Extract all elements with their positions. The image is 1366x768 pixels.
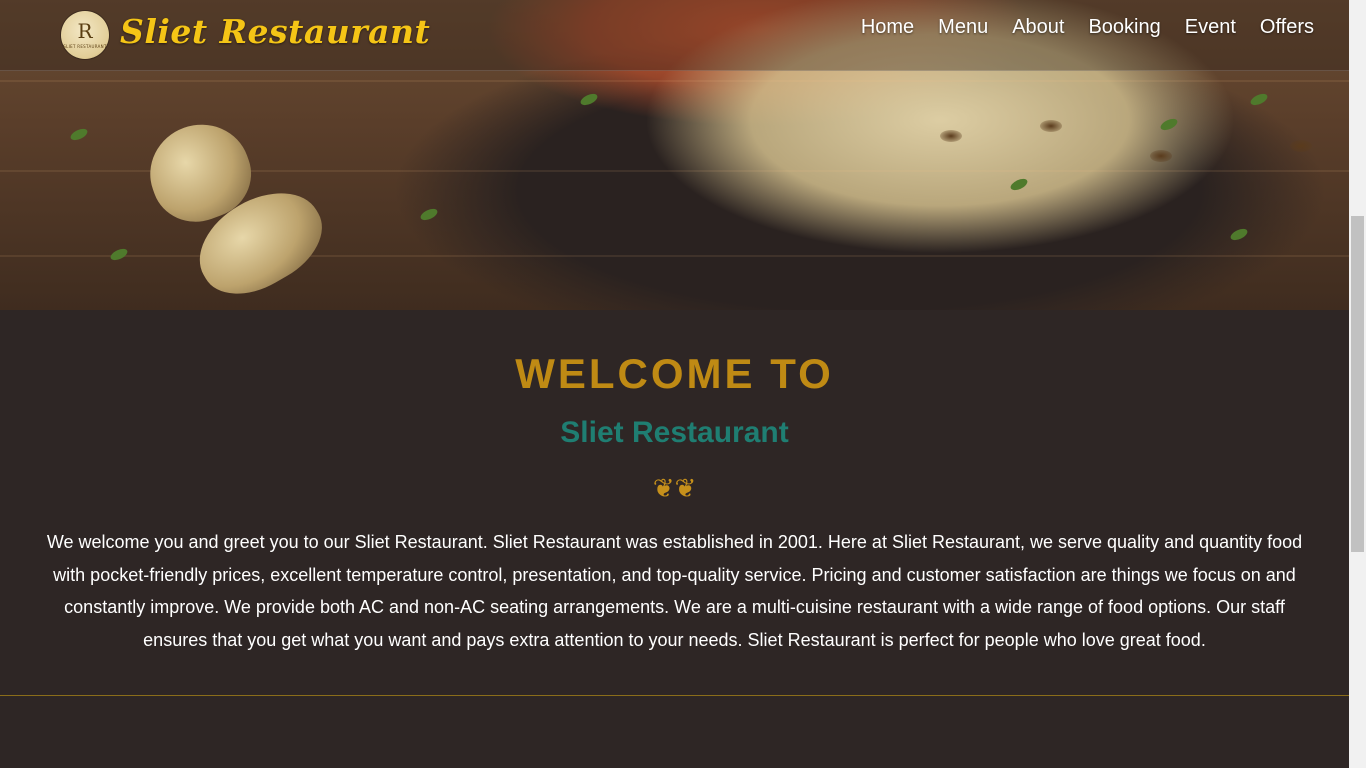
nav-event[interactable]: Event [1173, 14, 1248, 40]
ornament-icon: ❦❦ [652, 474, 697, 504]
scrollbar-thumb[interactable] [1351, 216, 1364, 552]
nav-offers[interactable]: Offers [1248, 14, 1314, 40]
nav-booking[interactable]: Booking [1076, 14, 1172, 40]
main-nav: Home Menu About Booking Event Offers [849, 14, 1314, 40]
next-section [0, 696, 1349, 768]
nav-about[interactable]: About [1000, 14, 1076, 40]
nav-menu[interactable]: Menu [926, 14, 1000, 40]
logo-monogram: R [77, 19, 93, 43]
welcome-heading: WELCOME TO [515, 350, 834, 397]
welcome-section: WELCOME TO Sliet Restaurant ❦❦ We welcom… [0, 310, 1349, 696]
welcome-text: We welcome you and greet you to our Slie… [46, 532, 1303, 650]
page: R SLIET RESTAURANT Sliet Restaurant Home… [0, 0, 1366, 768]
brand-name[interactable]: Sliet Restaurant [120, 12, 430, 51]
restaurant-name-heading: Sliet Restaurant [560, 416, 789, 449]
restaurant-logo[interactable]: R SLIET RESTAURANT [61, 11, 109, 59]
navbar: R SLIET RESTAURANT Sliet Restaurant Home… [0, 0, 1349, 71]
logo-caption: SLIET RESTAURANT [63, 44, 107, 49]
page-scrollbar[interactable] [1349, 0, 1366, 768]
nav-home[interactable]: Home [849, 14, 926, 40]
